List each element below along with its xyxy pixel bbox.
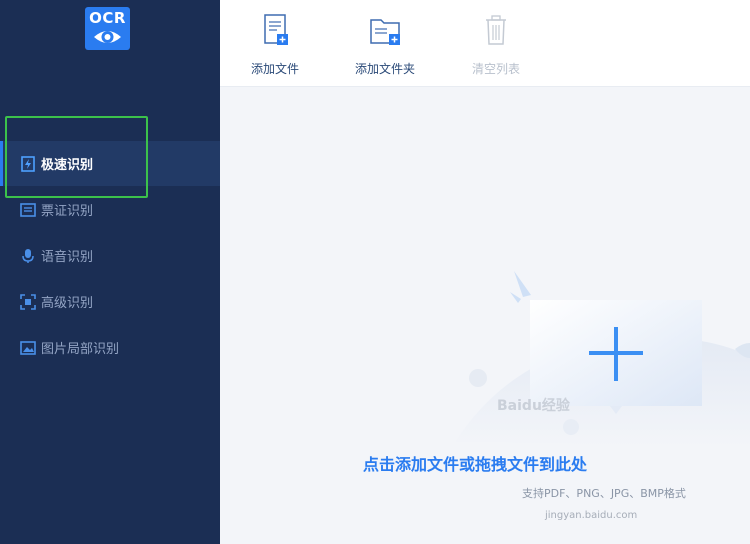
logo-text: OCR xyxy=(89,9,126,27)
add-folder-icon xyxy=(370,19,400,45)
highlight-annotation-box xyxy=(5,116,148,198)
eye-icon xyxy=(94,31,121,43)
sidebar-item-partial-image-recognition[interactable]: 图片局部识别 xyxy=(0,325,220,370)
sidebar-item-label: 高级识别 xyxy=(41,296,94,311)
sidebar-item-label: 语音识别 xyxy=(41,250,94,265)
add-file-button[interactable]: 添加文件 xyxy=(235,12,315,78)
trash-icon xyxy=(486,15,506,45)
clear-list-button[interactable]: 清空列表 xyxy=(456,12,536,78)
sidebar: OCR 极速识别 票证识别 语音识别 高级识别 图片局部识别 xyxy=(0,0,220,544)
add-folder-button[interactable]: 添加文件夹 xyxy=(345,12,425,78)
active-indicator xyxy=(0,141,3,186)
watermark-logo: Baidu经验 xyxy=(497,398,570,414)
watermark-url: jingyan.baidu.com xyxy=(545,510,638,521)
add-file-label: 添加文件 xyxy=(250,62,299,76)
image-crop-icon xyxy=(20,340,36,355)
main-panel: 添加文件 添加文件夹 清空列表 点击添加文件或拖拽文件到此处 支持PDF、PNG… xyxy=(220,0,750,544)
drop-zone-subtitle: 支持PDF、PNG、JPG、BMP格式 xyxy=(522,487,686,500)
clear-list-label: 清空列表 xyxy=(471,62,520,76)
scan-bracket-icon xyxy=(20,293,36,310)
sidebar-item-voice-recognition[interactable]: 语音识别 xyxy=(0,233,220,278)
add-folder-label: 添加文件夹 xyxy=(354,62,415,76)
drop-zone-title: 点击添加文件或拖拽文件到此处 xyxy=(362,455,587,474)
sidebar-item-advanced-recognition[interactable]: 高级识别 xyxy=(0,279,220,324)
ticket-icon xyxy=(20,202,36,217)
sidebar-item-label: 票证识别 xyxy=(41,204,94,219)
file-drop-zone[interactable]: 点击添加文件或拖拽文件到此处 支持PDF、PNG、JPG、BMP格式 xyxy=(220,87,750,544)
toolbar: 添加文件 添加文件夹 清空列表 xyxy=(220,0,750,87)
app-logo: OCR xyxy=(85,7,130,50)
add-file-icon xyxy=(264,14,288,45)
upload-illustration xyxy=(455,271,750,447)
sidebar-item-label: 图片局部识别 xyxy=(41,342,120,357)
microphone-icon xyxy=(22,248,34,263)
